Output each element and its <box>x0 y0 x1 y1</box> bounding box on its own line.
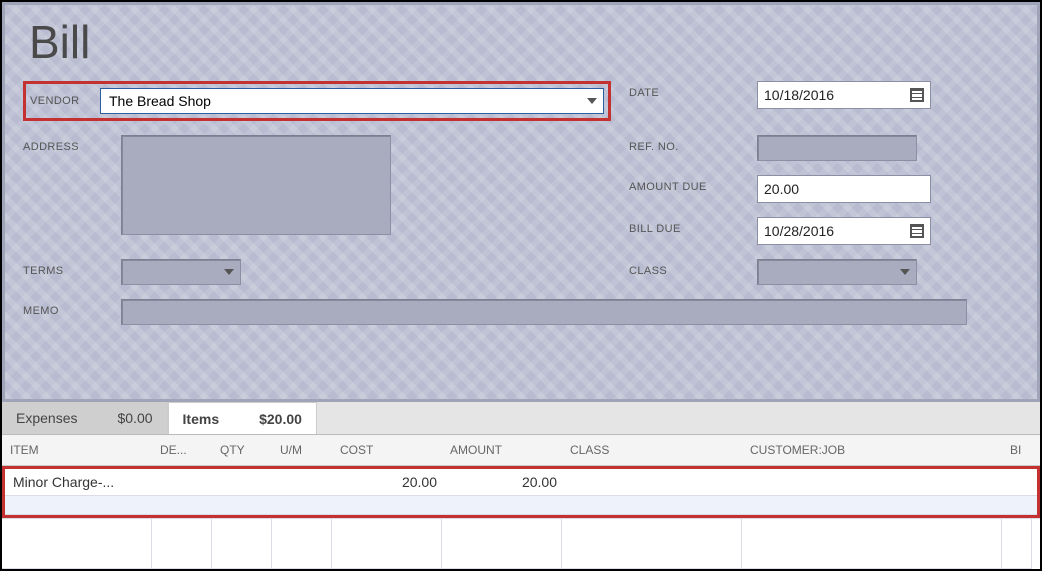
col-cost[interactable]: COST <box>332 443 442 457</box>
amount-due-label: AMOUNT DUE <box>629 175 739 193</box>
cell-item[interactable]: Minor Charge-... <box>5 474 155 490</box>
items-row-highlight: Minor Charge-... 20.00 20.00 <box>2 466 1040 518</box>
bill-panel: Bill VENDOR DATE 10/18/2016 ADDRESS REF.… <box>2 2 1040 402</box>
tab-items-label: Items <box>183 411 220 427</box>
vendor-label: VENDOR <box>30 95 100 107</box>
address-field[interactable] <box>121 135 391 235</box>
chevron-down-icon[interactable] <box>224 269 234 275</box>
col-um[interactable]: U/M <box>272 443 332 457</box>
class-label: CLASS <box>629 259 739 277</box>
items-grid-empty[interactable] <box>2 518 1040 569</box>
calendar-icon[interactable] <box>910 88 924 102</box>
terms-dropdown[interactable] <box>121 259 241 285</box>
refno-label: REF. NO. <box>629 135 739 153</box>
cell-amount[interactable]: 20.00 <box>445 474 565 490</box>
vendor-highlight: VENDOR <box>23 81 611 121</box>
tab-expenses[interactable]: Expenses $0.00 <box>2 402 168 434</box>
bill-due-field[interactable]: 10/28/2016 <box>757 217 931 245</box>
amount-due-value: 20.00 <box>764 181 799 197</box>
table-row[interactable]: Minor Charge-... 20.00 20.00 <box>5 469 1037 496</box>
page-title: Bill <box>29 15 1019 69</box>
table-row[interactable] <box>5 496 1037 515</box>
col-bill[interactable]: BI <box>1002 443 1032 457</box>
address-label: ADDRESS <box>23 135 103 153</box>
calendar-icon[interactable] <box>910 224 924 238</box>
tabs: Expenses $0.00 Items $20.00 <box>2 402 1040 435</box>
col-class[interactable]: CLASS <box>562 443 742 457</box>
class-dropdown[interactable] <box>757 259 917 285</box>
bill-form: VENDOR DATE 10/18/2016 ADDRESS REF. NO. … <box>23 81 1019 325</box>
tab-items-amount: $20.00 <box>259 411 302 427</box>
col-qty[interactable]: QTY <box>212 443 272 457</box>
amount-due-field[interactable]: 20.00 <box>757 175 931 203</box>
items-columns: ITEM DE... QTY U/M COST AMOUNT CLASS CUS… <box>2 435 1040 466</box>
col-amount[interactable]: AMOUNT <box>442 443 562 457</box>
terms-label: TERMS <box>23 259 103 277</box>
memo-field[interactable] <box>121 299 967 325</box>
date-label: DATE <box>629 81 739 99</box>
col-customer-job[interactable]: CUSTOMER:JOB <box>742 443 1002 457</box>
bill-due-label: BILL DUE <box>629 217 739 235</box>
cell-cost[interactable]: 20.00 <box>335 474 445 490</box>
bill-window: Bill VENDOR DATE 10/18/2016 ADDRESS REF.… <box>0 0 1042 571</box>
tab-expenses-amount: $0.00 <box>117 410 152 426</box>
tab-items[interactable]: Items $20.00 <box>168 402 317 434</box>
date-field[interactable]: 10/18/2016 <box>757 81 931 109</box>
col-item[interactable]: ITEM <box>2 443 152 457</box>
memo-label: MEMO <box>23 299 103 317</box>
col-desc[interactable]: DE... <box>152 443 212 457</box>
tab-expenses-label: Expenses <box>16 410 77 426</box>
vendor-combo[interactable] <box>100 88 604 114</box>
vendor-input[interactable] <box>107 92 587 110</box>
chevron-down-icon[interactable] <box>900 269 910 275</box>
chevron-down-icon[interactable] <box>587 98 597 104</box>
refno-field[interactable] <box>757 135 917 161</box>
date-value: 10/18/2016 <box>764 87 834 103</box>
bill-due-value: 10/28/2016 <box>764 223 834 239</box>
